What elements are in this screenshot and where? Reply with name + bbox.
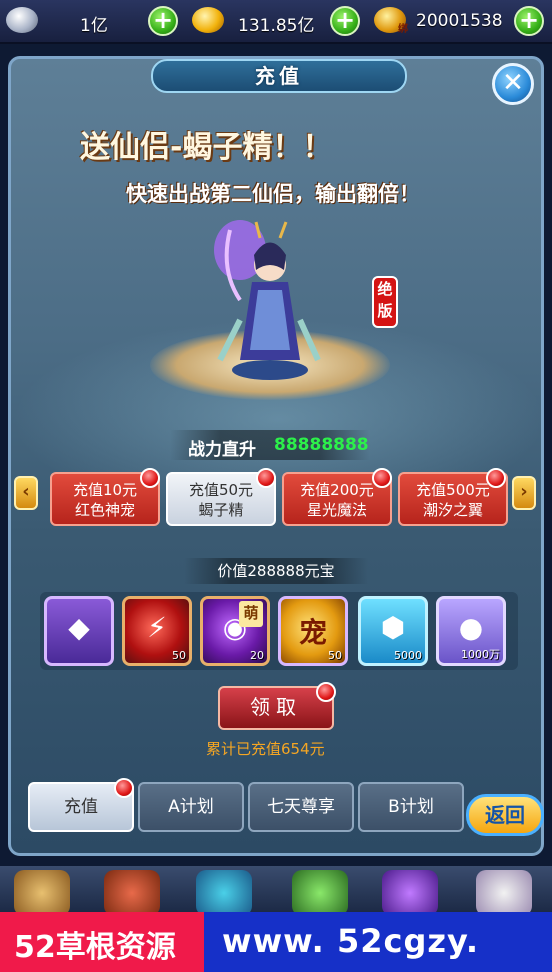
silver-pile-icon[interactable]: ● 1000万: [436, 596, 506, 666]
companion-figure-icon: ◆: [68, 611, 90, 644]
tier-500-red-dot: [486, 468, 506, 488]
crystal-icon[interactable]: ⬢ 5000: [358, 596, 428, 666]
add-bound-gold-button[interactable]: +: [514, 6, 544, 36]
cute-badge: 萌: [239, 601, 263, 627]
gold-currency: 131.85亿 +: [192, 5, 372, 37]
tier-reward: 红色神宠: [74, 501, 135, 519]
pet-orb-icon[interactable]: 宠 50: [278, 596, 348, 666]
tab-plan-b[interactable]: B计划: [358, 782, 464, 832]
bound-gold-icon: 绑: [374, 7, 408, 35]
watermark-left: 52草根资源: [0, 912, 204, 972]
gold-ingot-icon: [192, 7, 224, 33]
total-recharged-text: 累计已充值654元: [206, 740, 325, 758]
lightning-orb-icon[interactable]: ⚡ 50: [122, 596, 192, 666]
tier-reward: 星光魔法: [306, 501, 367, 519]
panel-title: 充值: [255, 64, 303, 88]
silver-currency: 1亿 +: [6, 5, 186, 37]
mystic-orb-icon[interactable]: [382, 870, 438, 916]
close-button[interactable]: ✕: [492, 63, 534, 105]
tab-plan-a[interactable]: A计划: [138, 782, 244, 832]
scorpion-spirit-character: [214, 220, 321, 380]
bound-gold-currency: 绑 20001538 +: [374, 5, 552, 37]
tab-recharge-red-dot: [114, 778, 134, 798]
item-count: 20: [250, 649, 264, 662]
bound-tag: 绑: [398, 24, 408, 35]
power-value: 88888888: [274, 435, 369, 455]
item-count: 1000万: [461, 648, 500, 661]
bottom-menu-strip: [0, 866, 552, 912]
watermark-right: www. 52cgzy. com: [204, 912, 552, 972]
back-button[interactable]: 返回: [466, 794, 544, 836]
currency-bar: 1亿 + 131.85亿 + 绑 20001538 +: [0, 0, 552, 44]
item-count: 50: [328, 649, 342, 662]
promo-headline: 送仙侣-蝎子精！！: [80, 130, 333, 165]
silver-amount: 1亿: [80, 16, 108, 36]
tier-10-red-dot: [140, 468, 160, 488]
purple-orb-icon[interactable]: ◉ 萌 20: [200, 596, 270, 666]
pavilion-icon[interactable]: [104, 870, 160, 916]
bound-gold-amount: 20001538: [416, 11, 503, 31]
promo-subheadline: 快速出战第二仙侣，输出翻倍！: [126, 182, 420, 206]
panel-title-plate: 充值: [151, 59, 407, 93]
claim-red-dot: [316, 682, 336, 702]
fox-pet-icon[interactable]: [476, 870, 532, 916]
companion-box-icon[interactable]: ◆: [44, 596, 114, 666]
power-boost-bar: 战力直升 88888888: [170, 430, 370, 460]
reward-worth-text: 价值288888元宝: [184, 558, 368, 584]
power-label: 战力直升: [188, 440, 256, 460]
tier-reward: 蝎子精: [198, 501, 244, 519]
tier-reward: 潮汐之翼: [422, 501, 483, 519]
pet-glyph: 宠: [298, 616, 327, 649]
item-count: 50: [172, 649, 186, 662]
item-count: 5000: [394, 649, 422, 662]
tier-prev-arrow[interactable]: ‹: [14, 476, 38, 510]
tier-50-red-dot: [256, 468, 276, 488]
silver-ingot-icon: [6, 7, 38, 33]
hero-icon[interactable]: [196, 870, 252, 916]
tier-200-red-dot: [372, 468, 392, 488]
gold-amount: 131.85亿: [238, 16, 315, 36]
watermark-url: www. 52cgzy. com: [222, 922, 480, 972]
sword-icon[interactable]: [14, 870, 70, 916]
ingot-stack-icon: ●: [458, 611, 484, 644]
gem-icon: ⬢: [380, 611, 406, 644]
add-silver-button[interactable]: +: [148, 6, 178, 36]
tab-seven-days[interactable]: 七天尊享: [248, 782, 354, 832]
add-gold-button[interactable]: +: [330, 6, 360, 36]
lightning-icon: ⚡: [147, 611, 167, 644]
tier-next-arrow[interactable]: ›: [512, 476, 536, 510]
tower-icon[interactable]: [292, 870, 348, 916]
watermark-site-name: 52草根资源: [14, 930, 176, 965]
limited-edition-badge: 绝版: [372, 276, 398, 328]
